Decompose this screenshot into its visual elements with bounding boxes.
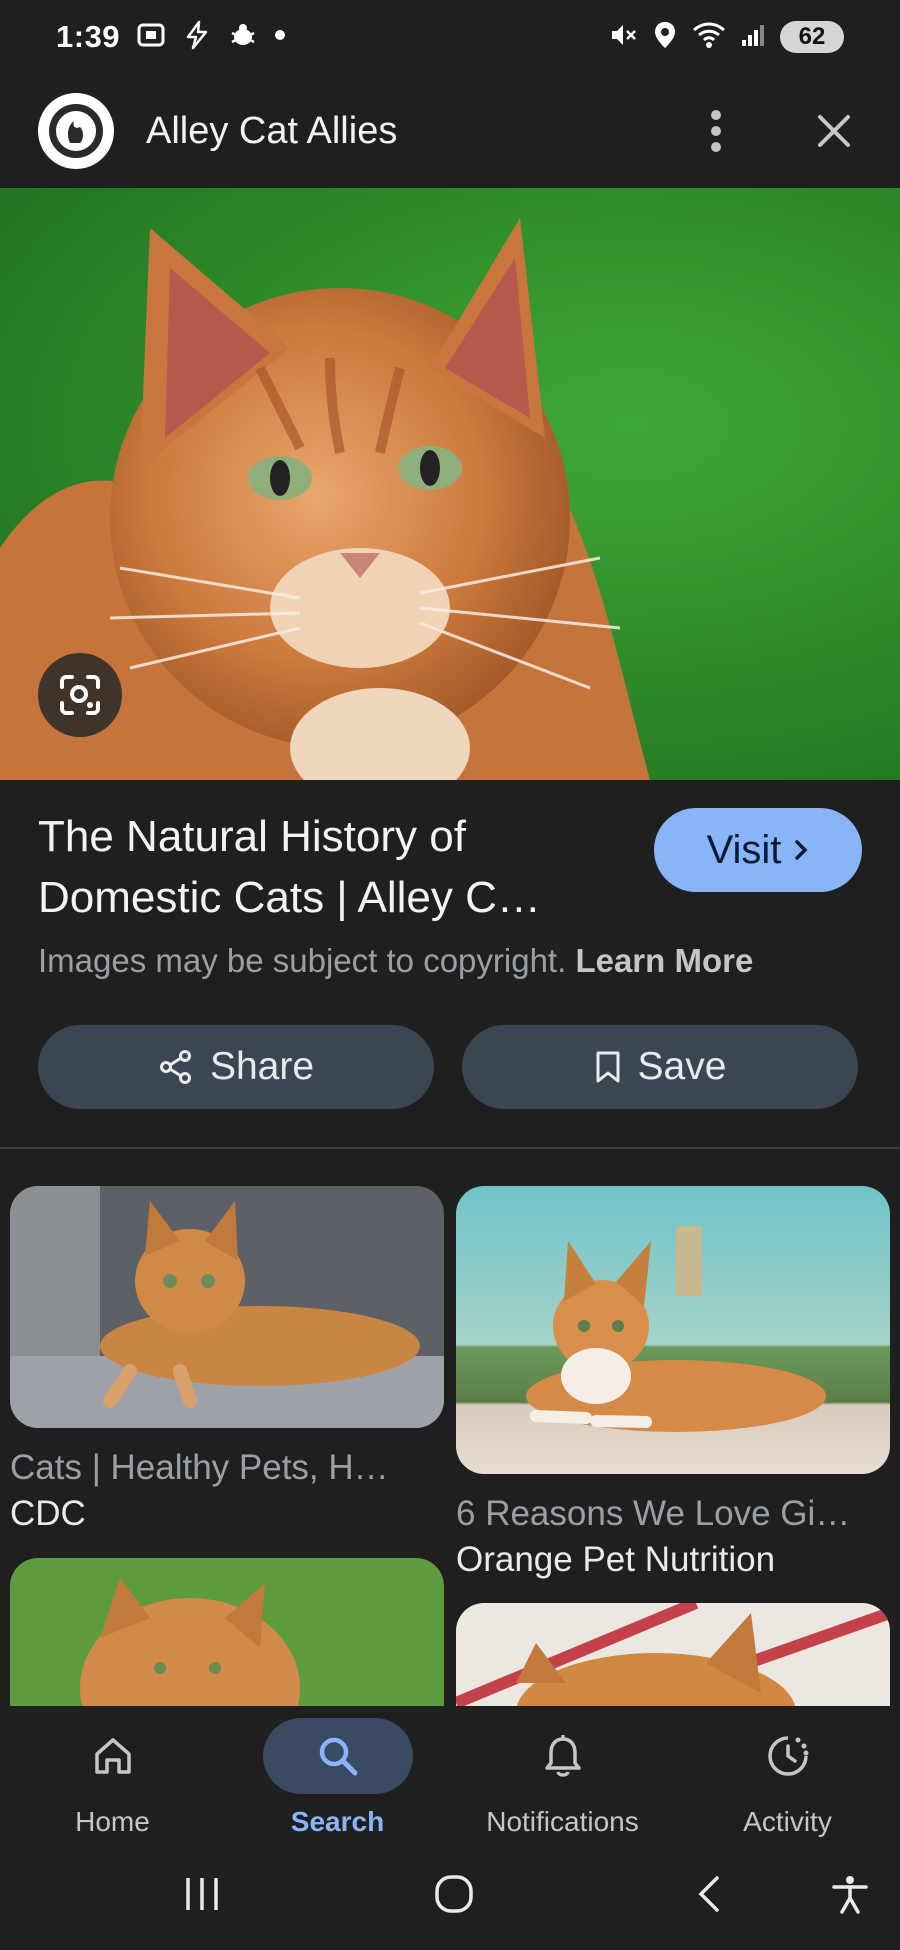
related-title: 6 Reasons We Love Gi… [456, 1494, 851, 1533]
bolt-icon [182, 20, 212, 55]
nav-search[interactable]: Search [225, 1706, 450, 1842]
learn-more-link[interactable]: Learn More [575, 942, 753, 979]
cat-on-couch-photo [10, 1186, 444, 1428]
home-icon [94, 1738, 131, 1774]
related-result-card[interactable]: 6 Reasons We Love Gi… Orange Pet Nutriti… [456, 1186, 890, 1580]
source-header: Alley Cat Allies [0, 74, 900, 188]
hero-image[interactable] [0, 188, 900, 780]
close-icon[interactable] [806, 103, 862, 159]
more-options-icon[interactable] [688, 103, 744, 159]
accessibility-icon[interactable] [828, 1872, 872, 1916]
related-result-card[interactable] [10, 1558, 444, 1706]
lens-icon [60, 675, 100, 715]
related-thumbnail[interactable] [456, 1603, 890, 1706]
location-icon [652, 20, 678, 55]
bookmark-icon [596, 1051, 620, 1083]
nav-notifications[interactable]: Notifications [450, 1706, 675, 1842]
notification-dot-icon [274, 28, 286, 46]
related-result-card[interactable]: Cats | Healthy Pets, H… CDC [10, 1186, 444, 1534]
section-divider [0, 1147, 900, 1149]
visit-button[interactable]: Visit [654, 808, 862, 892]
bug-icon [228, 20, 258, 55]
search-icon [319, 1737, 357, 1776]
signal-icon [740, 22, 766, 53]
site-logo[interactable] [38, 93, 114, 169]
screenshot-icon [136, 20, 166, 55]
result-title[interactable]: The Natural History of Domestic Cats | A… [38, 806, 638, 928]
site-name[interactable]: Alley Cat Allies [146, 110, 397, 153]
action-buttons: Share Save [38, 1025, 858, 1109]
wifi-icon [692, 20, 726, 55]
nav-notifications-label: Notifications [486, 1806, 639, 1837]
cat-closeup-photo [456, 1603, 890, 1706]
nav-home[interactable]: Home [0, 1706, 225, 1842]
nav-activity[interactable]: Activity [675, 1706, 900, 1842]
related-thumbnail[interactable] [456, 1186, 890, 1474]
related-source: Orange Pet Nutrition [456, 1540, 776, 1579]
recent-apps-icon[interactable] [180, 1872, 224, 1916]
nav-activity-label: Activity [743, 1806, 832, 1837]
bottom-navigation: Home Search Notifications Activity [0, 1706, 900, 1842]
lens-search-button[interactable] [38, 653, 122, 737]
share-button[interactable]: Share [38, 1025, 434, 1109]
activity-icon [767, 1736, 808, 1776]
related-result-card[interactable] [456, 1603, 890, 1706]
related-title: Cats | Healthy Pets, H… [10, 1448, 389, 1487]
cat-lying-outdoors-photo [456, 1186, 890, 1474]
nav-search-label: Search [290, 1806, 385, 1837]
save-label: Save [637, 1045, 727, 1088]
share-label: Share [209, 1045, 315, 1088]
related-thumbnail[interactable] [10, 1186, 444, 1428]
back-icon[interactable] [688, 1872, 732, 1916]
nav-home-label: Home [75, 1806, 150, 1837]
chevron-right-icon [795, 840, 808, 860]
visit-label: Visit [706, 827, 782, 872]
copyright-notice: Images may be subject to copyright. Lear… [38, 942, 868, 980]
battery-indicator: 62 [780, 21, 844, 53]
copyright-text: Images may be subject to copyright. [38, 942, 567, 979]
related-thumbnail[interactable] [10, 1558, 444, 1706]
orange-cat-photo [0, 218, 650, 780]
share-icon [159, 1050, 191, 1084]
result-info: The Natural History of Domestic Cats | A… [38, 806, 868, 980]
cat-in-grass-photo [10, 1558, 444, 1706]
related-source: CDC [10, 1494, 86, 1533]
bell-icon [544, 1735, 581, 1777]
status-bar: 1:39 62 [0, 0, 900, 74]
home-circle-icon[interactable] [432, 1872, 476, 1916]
system-navigation-bar [0, 1842, 900, 1950]
app-root: 1:39 62 Alley Cat Allies The Natural His… [0, 0, 900, 1950]
mute-icon [608, 20, 638, 55]
status-time: 1:39 [56, 19, 121, 54]
save-button[interactable]: Save [462, 1025, 858, 1109]
